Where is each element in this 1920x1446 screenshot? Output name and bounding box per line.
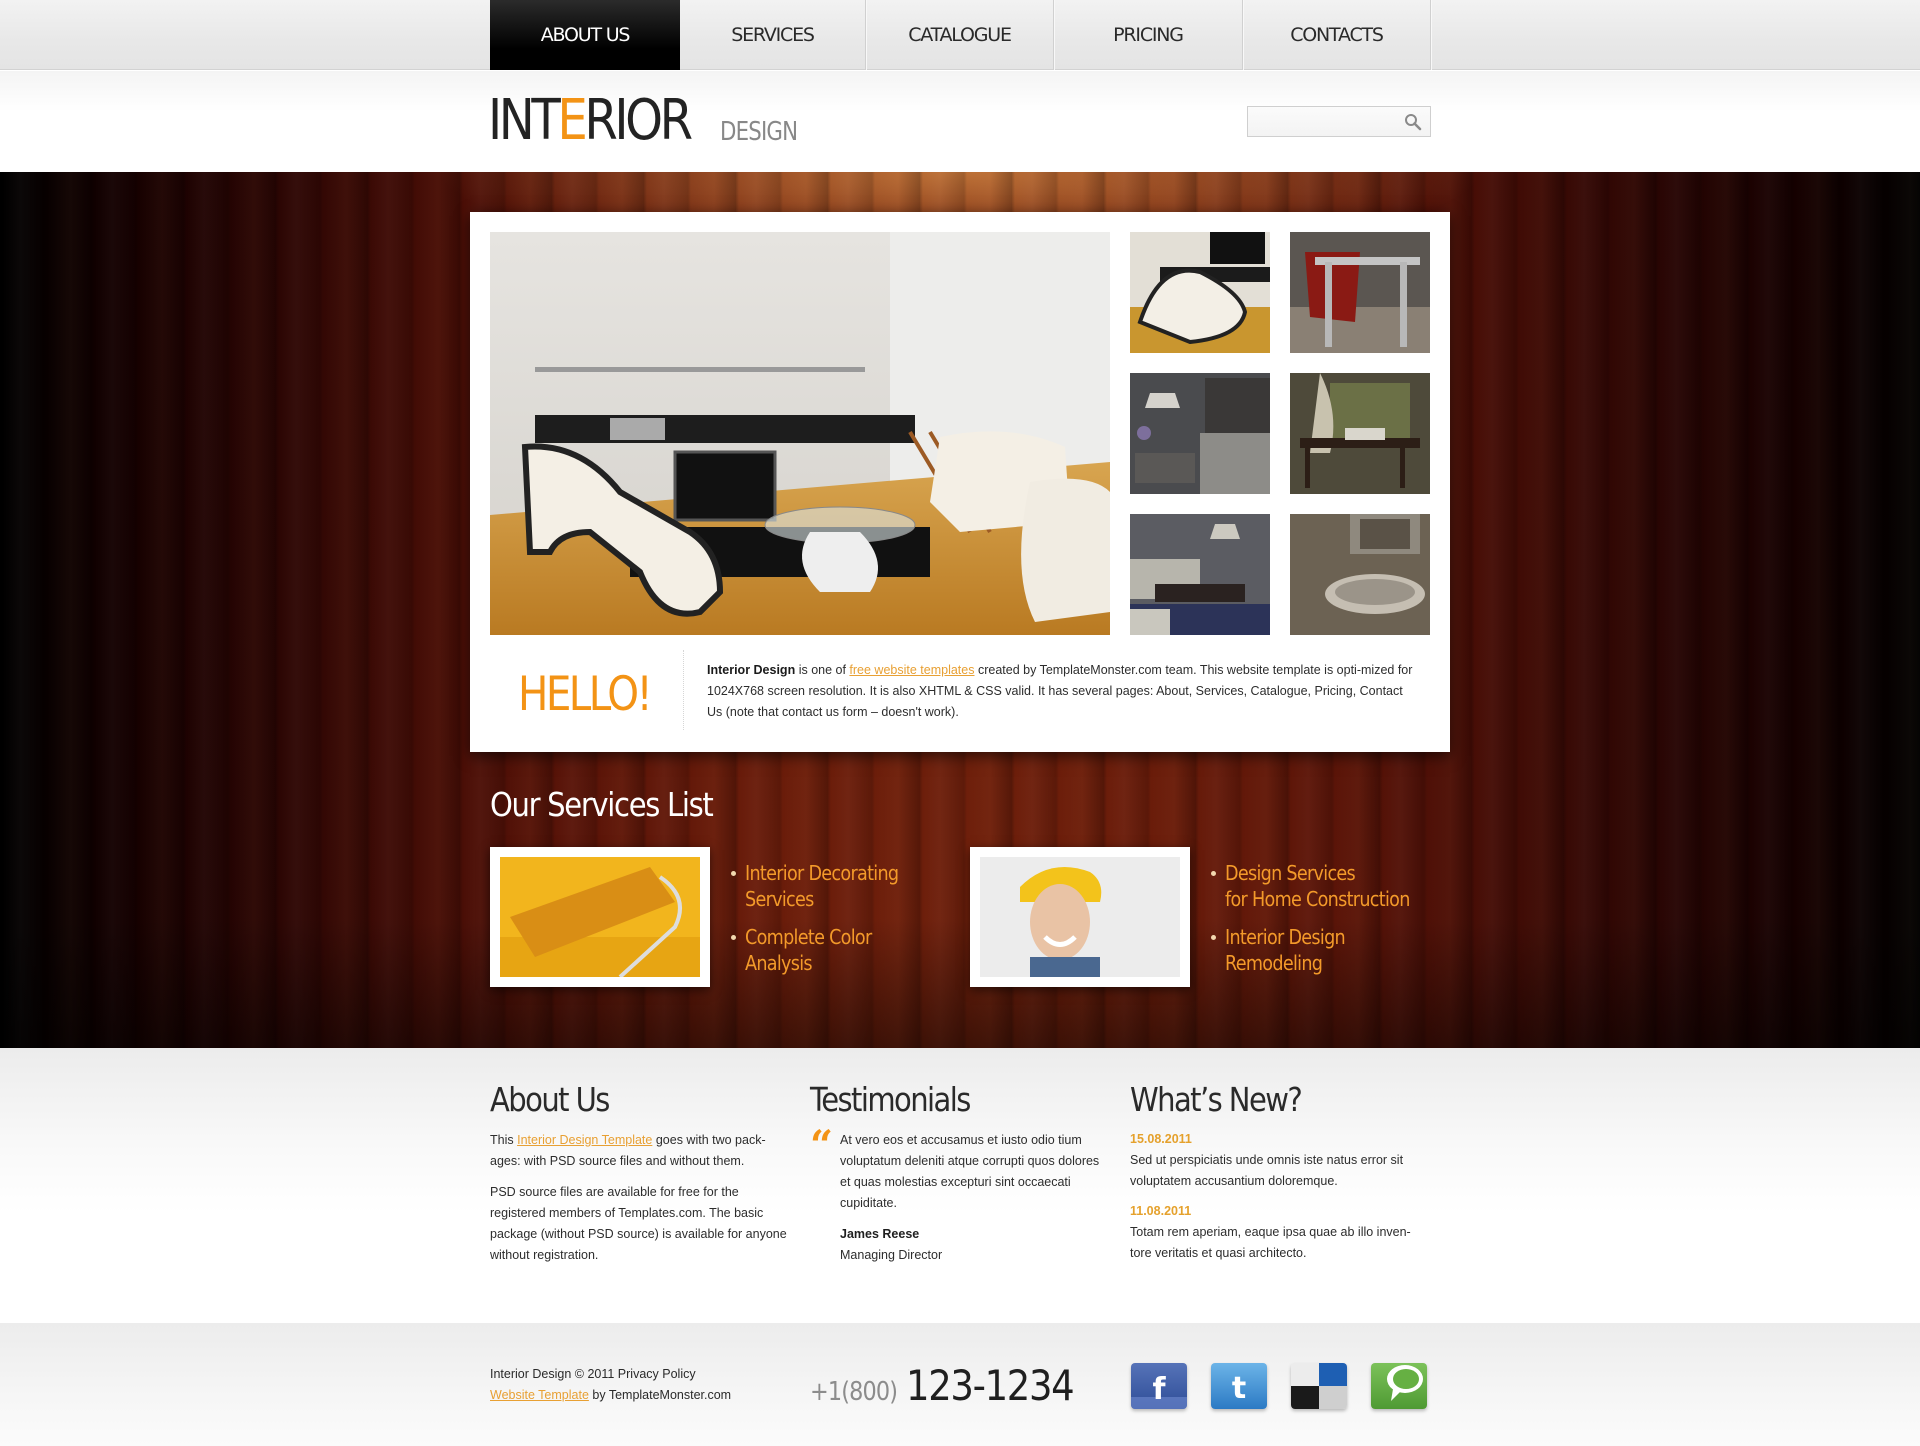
template-link[interactable]: Interior Design Template: [517, 1133, 652, 1147]
news-heading: What’s New?: [1130, 1080, 1303, 1119]
twitter-icon[interactable]: t: [1211, 1363, 1267, 1409]
thumbnail-2[interactable]: [1290, 232, 1430, 353]
svg-text:f: f: [1152, 1372, 1166, 1407]
intro-bold: Interior Design: [707, 663, 796, 677]
site-logo[interactable]: INTERIOR DESIGN: [488, 93, 798, 149]
divider: [683, 650, 684, 730]
service-item-label: Design Services for Home Construction: [1225, 861, 1410, 911]
footer-copyright: Interior Design © 2011 Privacy Policy We…: [490, 1364, 731, 1406]
news-text: Totam rem aperiam, eaque ipsa quae ab il…: [1130, 1225, 1411, 1260]
thumbnail-red-chair: [1290, 232, 1430, 353]
service-item[interactable]: Interior Decorating Services: [731, 860, 919, 912]
phone-number: +1(800) 123-1234: [810, 1361, 1097, 1410]
service-list-1: Interior Decorating Services Complete Co…: [731, 860, 919, 988]
text: This: [490, 1133, 518, 1147]
service-image-2[interactable]: [970, 847, 1190, 987]
service-item[interactable]: Complete Color Analysis: [731, 924, 919, 976]
phone-prefix: +1(800): [810, 1377, 898, 1407]
about-paragraph-2: PSD source files are available for free …: [490, 1185, 787, 1262]
news-date: 15.08.2011: [1130, 1132, 1192, 1146]
testimonials-heading: Testimonials: [810, 1080, 971, 1119]
logo-part: INT: [488, 88, 561, 153]
free-templates-link[interactable]: free website templates: [849, 663, 974, 677]
service-item-label: Complete Color Analysis: [745, 925, 872, 975]
nav-contacts[interactable]: CONTACTS: [1243, 0, 1431, 70]
hello-heading: HELLO!: [518, 667, 653, 722]
paint-roller-image: [500, 857, 700, 977]
service-item[interactable]: Interior Design Remodeling: [1211, 924, 1435, 976]
logo-subtitle: DESIGN: [720, 117, 798, 147]
copyright-text: Interior Design © 2011 Privacy Policy: [490, 1367, 696, 1381]
about-paragraph-1: This Interior Design Template goes with …: [490, 1130, 790, 1172]
search-box: [1247, 106, 1431, 137]
content-section: About Us This Interior Design Template g…: [0, 1048, 1920, 1323]
news-column: What’s New? 15.08.2011 Sed ut perspiciat…: [1130, 1080, 1430, 1274]
quote-icon: “: [810, 1122, 834, 1169]
thumbnail-5[interactable]: [1130, 514, 1270, 635]
intro-text-part: is one of: [795, 663, 850, 677]
thumbnail-3[interactable]: [1130, 373, 1270, 494]
main-photo[interactable]: [490, 232, 1110, 635]
main-nav: ABOUT US SERVICES CATALOGUE PRICING CONT…: [490, 0, 1431, 70]
about-column: About Us This Interior Design Template g…: [490, 1080, 790, 1276]
thumbnail-6[interactable]: [1290, 514, 1430, 635]
nav-catalogue[interactable]: CATALOGUE: [866, 0, 1054, 70]
website-template-link[interactable]: Website Template: [490, 1388, 589, 1402]
nav-about-us[interactable]: ABOUT US: [490, 0, 680, 70]
search-icon[interactable]: [1404, 113, 1422, 131]
service-item[interactable]: Design Services for Home Construction: [1211, 860, 1435, 912]
intro-text: Interior Design is one of free website t…: [707, 660, 1417, 723]
phone-digits: 123-1234: [906, 1361, 1075, 1410]
service-image-1[interactable]: [490, 847, 710, 987]
logo-part: RIOR: [584, 88, 693, 153]
service-item-label: Interior Design Remodeling: [1225, 925, 1346, 975]
testimonial-quote: At vero eos et accusamus et iusto odio t…: [840, 1133, 1100, 1210]
feature-panel: HELLO! Interior Design is one of free we…: [470, 212, 1450, 752]
testimonial-author: James Reese: [840, 1227, 920, 1241]
news-text: Sed ut perspiciatis unde omnis iste natu…: [1130, 1153, 1404, 1188]
nav-services[interactable]: SERVICES: [680, 0, 866, 70]
top-navigation-bar: ABOUT US SERVICES CATALOGUE PRICING CONT…: [0, 0, 1920, 70]
testimonial: At vero eos et accusamus et iusto odio t…: [840, 1130, 1110, 1266]
service-item-label: Interior Decorating Services: [745, 861, 899, 911]
header: INTERIOR DESIGN: [0, 71, 1920, 172]
services-title: Our Services List: [490, 785, 714, 824]
living-room-illustration: [490, 232, 1110, 635]
thumbnail-armchair: [1130, 232, 1270, 353]
footer: Interior Design © 2011 Privacy Policy We…: [0, 1323, 1920, 1446]
about-heading: About Us: [490, 1080, 610, 1119]
worker-image: [980, 857, 1180, 977]
logo-wordmark: INTERIOR: [488, 93, 693, 149]
technorati-icon[interactable]: [1371, 1363, 1427, 1409]
thumbnail-bedroom: [1130, 373, 1270, 494]
svg-text:t: t: [1232, 1371, 1246, 1406]
thumbnail-living-room: [1130, 514, 1270, 635]
testimonial-role: Managing Director: [840, 1248, 943, 1262]
thumbnail-4[interactable]: [1290, 373, 1430, 494]
service-list-2: Design Services for Home Construction In…: [1211, 860, 1435, 988]
text: by TemplateMonster.com: [588, 1388, 732, 1402]
delicious-icon[interactable]: [1291, 1363, 1347, 1409]
nav-pricing[interactable]: PRICING: [1054, 0, 1243, 70]
facebook-icon[interactable]: f: [1131, 1363, 1187, 1409]
credit-line: Website Template by TemplateMonster.com: [490, 1385, 731, 1406]
thumbnail-canopy-bed: [1290, 373, 1430, 494]
thumbnail-1[interactable]: [1130, 232, 1270, 353]
news-date: 11.08.2011: [1130, 1204, 1192, 1218]
logo-accent-letter: E: [557, 88, 587, 153]
testimonials-column: Testimonials “ At vero eos et accusamus …: [810, 1080, 1110, 1266]
search-input[interactable]: [1252, 110, 1402, 133]
thumbnail-bathroom: [1290, 514, 1430, 635]
